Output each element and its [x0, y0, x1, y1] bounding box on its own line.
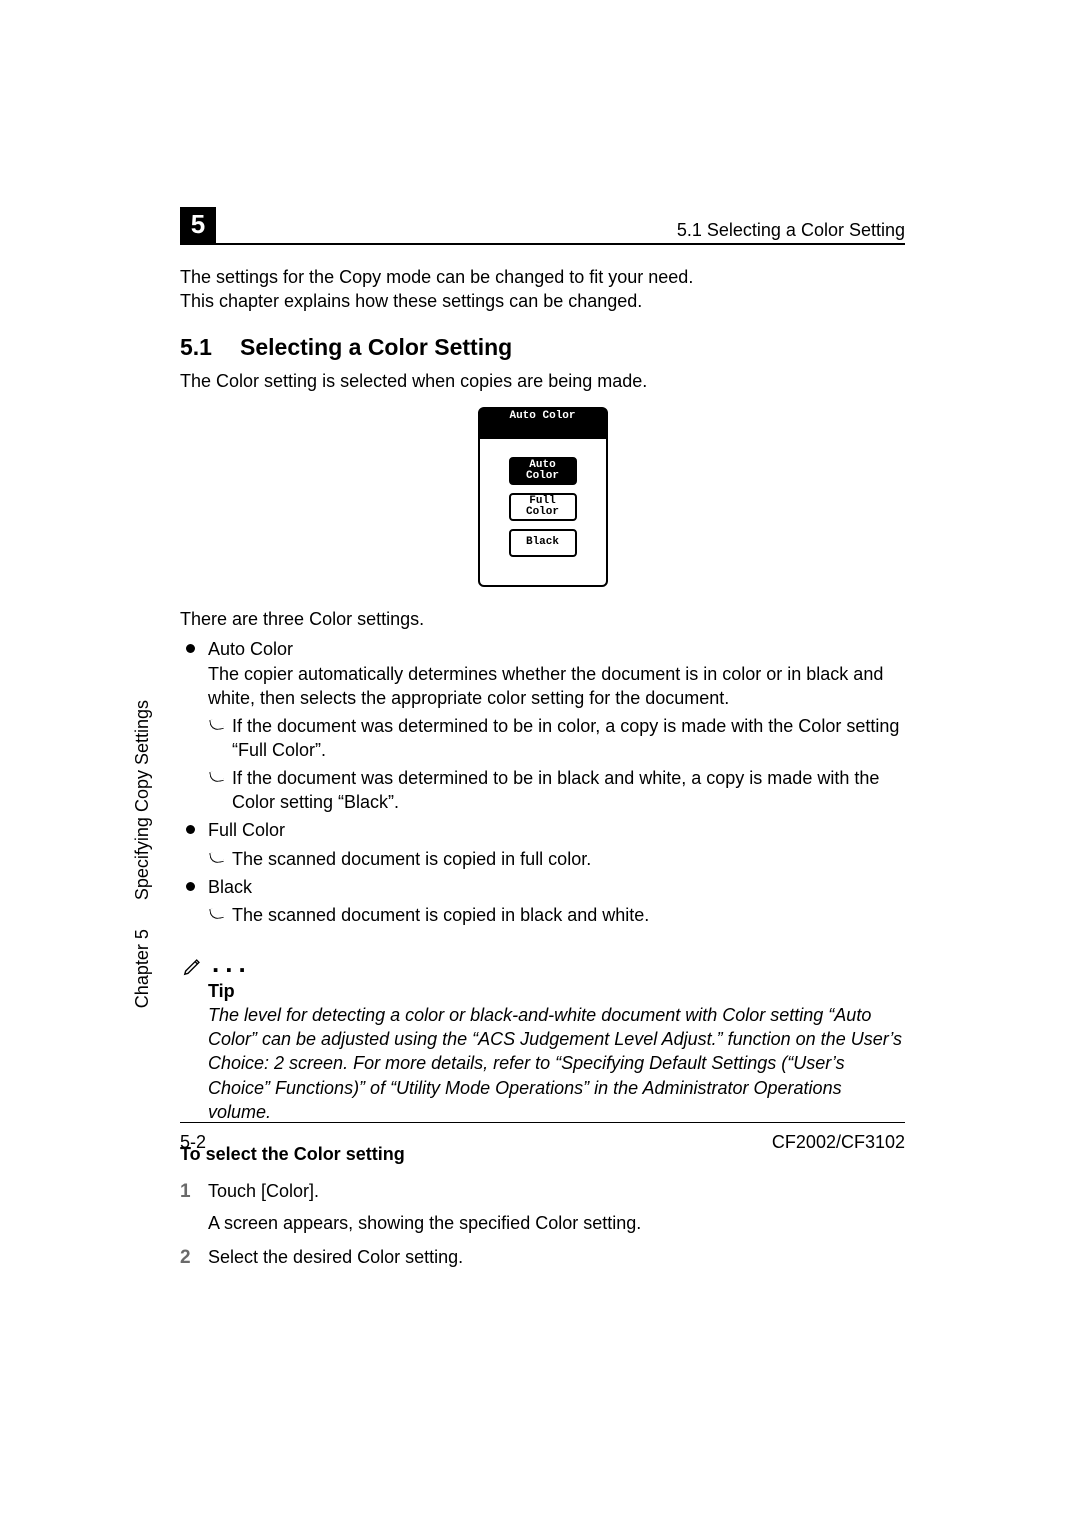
panel-button-full-color: Full Color	[509, 493, 577, 521]
setting-auto-name: Auto Color	[208, 637, 905, 661]
section-title: Selecting a Color Setting	[240, 334, 512, 360]
panel-button-auto-color: Auto Color	[509, 457, 577, 485]
section-lead: The Color setting is selected when copie…	[180, 369, 905, 393]
step-1-number: 1	[180, 1179, 191, 1205]
model-number: CF2002/CF3102	[772, 1130, 905, 1154]
setting-full-name: Full Color	[208, 818, 905, 842]
panel-title: Auto Color	[480, 411, 606, 422]
footer-rule	[180, 1122, 905, 1123]
pencil-icon	[182, 955, 204, 977]
panel-button-black: Black	[509, 529, 577, 557]
setting-full-color: Full Color The scanned document is copie…	[180, 818, 905, 871]
setting-auto-subs: If the document was determined to be in …	[208, 714, 905, 814]
procedure-steps: 1 Touch [Color]. A screen appears, showi…	[180, 1179, 905, 1270]
step-2-number: 2	[180, 1245, 191, 1271]
setting-auto-sub1: If the document was determined to be in …	[208, 714, 905, 763]
setting-full-subs: The scanned document is copied in full c…	[208, 847, 905, 871]
header-rule	[180, 243, 905, 245]
step-2-text: Select the desired Color setting.	[208, 1247, 463, 1267]
tip-body: The level for detecting a color or black…	[180, 1003, 905, 1124]
setting-black-sub1: The scanned document is copied in black …	[208, 903, 905, 927]
touchscreen-illustration: Auto Color Auto Color Full Color Black	[180, 407, 905, 587]
setting-full-sub1: The scanned document is copied in full c…	[208, 847, 905, 871]
setting-auto-desc: The copier automatically determines whet…	[208, 662, 905, 711]
tip-block: ... Tip The level for detecting a color …	[180, 942, 905, 1125]
step-1-sub: A screen appears, showing the specified …	[208, 1211, 905, 1235]
intro-line1: The settings for the Copy mode can be ch…	[180, 265, 905, 289]
step-2: 2 Select the desired Color setting.	[180, 1245, 905, 1269]
setting-auto-sub2: If the document was determined to be in …	[208, 766, 905, 815]
side-chapter: Chapter 5	[130, 929, 154, 1008]
ellipsis-icon: ...	[212, 946, 252, 981]
intro: The settings for the Copy mode can be ch…	[180, 265, 905, 314]
section-number: 5.1	[180, 332, 240, 363]
tip-heading: Tip	[180, 979, 905, 1003]
side-label: Chapter 5 Specifying Copy Settings	[130, 700, 154, 1008]
intro-line2: This chapter explains how these settings…	[180, 289, 905, 313]
section-heading: 5.1Selecting a Color Setting	[180, 332, 905, 363]
color-panel: Auto Color Auto Color Full Color Black	[478, 407, 608, 587]
page: 5 5.1 Selecting a Color Setting Chapter …	[0, 0, 1080, 1528]
chapter-number-box: 5	[180, 207, 216, 243]
tip-icon-row: ...	[180, 942, 905, 977]
setting-black-subs: The scanned document is copied in black …	[208, 903, 905, 927]
running-head: 5.1 Selecting a Color Setting	[677, 218, 905, 242]
step-1-text: Touch [Color].	[208, 1181, 319, 1201]
setting-auto-color: Auto Color The copier automatically dete…	[180, 637, 905, 814]
content: The settings for the Copy mode can be ch…	[180, 265, 905, 1280]
step-1: 1 Touch [Color]. A screen appears, showi…	[180, 1179, 905, 1236]
three-settings-lead: There are three Color settings.	[180, 607, 905, 631]
page-number: 5-2	[180, 1130, 206, 1154]
setting-black: Black The scanned document is copied in …	[180, 875, 905, 928]
side-title: Specifying Copy Settings	[132, 700, 152, 900]
setting-black-name: Black	[208, 875, 905, 899]
settings-list: Auto Color The copier automatically dete…	[180, 637, 905, 927]
